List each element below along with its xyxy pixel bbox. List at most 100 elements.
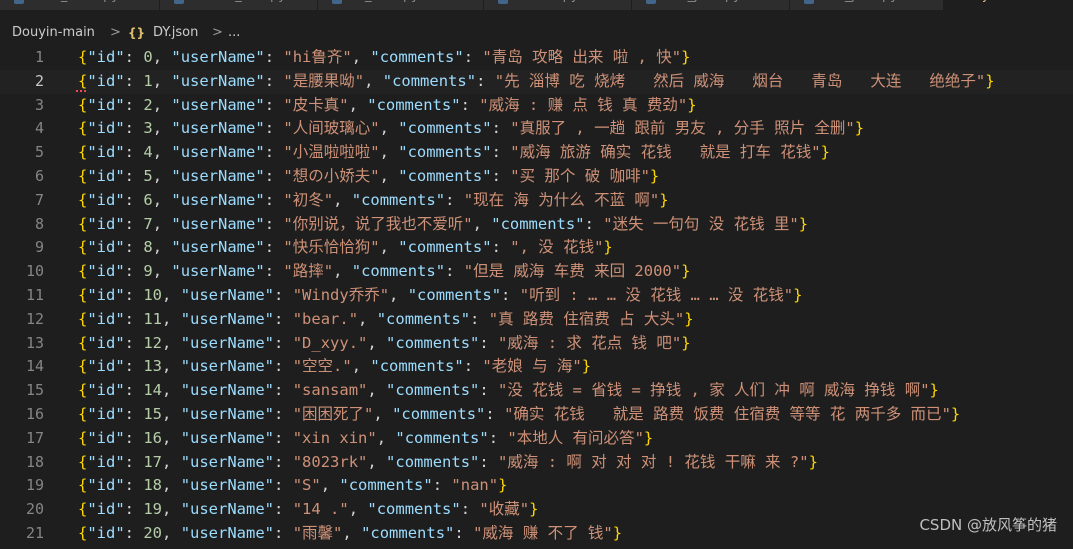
tab-fen-json-py[interactable]: fen_json.py bbox=[790, 0, 944, 10]
json-key: "id" bbox=[87, 190, 125, 209]
json-key: "userName" bbox=[180, 309, 275, 328]
json-string-value: 困困死了 bbox=[302, 404, 365, 423]
python-file-icon bbox=[646, 0, 656, 4]
json-quote: " bbox=[283, 48, 293, 66]
json-quote: " bbox=[845, 119, 855, 138]
json-key: "userName" bbox=[171, 71, 265, 90]
code-line[interactable]: 15 {"id": 14, "userName": "sansam", "comm… bbox=[0, 379, 1073, 403]
json-key: "id" bbox=[87, 428, 125, 447]
line-number: 11 bbox=[25, 285, 44, 304]
json-key: "id" bbox=[87, 119, 125, 138]
brace-open: { bbox=[78, 404, 88, 423]
tab-model-py[interactable]: model.py bbox=[484, 0, 632, 10]
json-number-value: 13 bbox=[143, 357, 163, 376]
json-string-value: hi鲁齐 bbox=[292, 48, 343, 66]
line-number: 12 bbox=[25, 309, 44, 328]
json-string-value: 老娘 与 海 bbox=[491, 357, 573, 376]
code-editor[interactable]: 1 {"id": 0, "userName": "hi鲁齐", "comments… bbox=[0, 46, 1073, 546]
json-number-value: 5 bbox=[143, 166, 153, 185]
code-text: {"id": 3, "userName": "人间玻璃心", "comments… bbox=[78, 119, 865, 138]
tab-new-alilxt-py[interactable]: new_alilxt.py bbox=[0, 0, 160, 10]
json-key: "id" bbox=[87, 262, 125, 281]
json-quote: " bbox=[789, 214, 799, 233]
json-key: "userName" bbox=[171, 48, 265, 66]
json-string-value: 皮卡真 bbox=[292, 95, 340, 114]
json-string-value: 雨馨 bbox=[302, 523, 334, 542]
code-line[interactable]: 6 {"id": 5, "userName": "想の小娇夫", "comment… bbox=[0, 165, 1073, 189]
json-string-value: S bbox=[302, 476, 312, 495]
code-line[interactable]: 17 {"id": 16, "userName": "xin xin", "com… bbox=[0, 427, 1073, 451]
json-key: "id" bbox=[87, 404, 125, 423]
line-number: 21 bbox=[25, 523, 44, 542]
code-text: {"id": 14, "userName": "sansam", "commen… bbox=[78, 381, 939, 400]
code-line[interactable]: 2 {"id": 1, "userName": "是腰果呦", "comments… bbox=[0, 69, 1073, 94]
code-line[interactable]: 19 {"id": 18, "userName": "S", "comments"… bbox=[0, 474, 1073, 498]
json-string-value: 但是 威海 车费 来回 2000 bbox=[473, 262, 672, 281]
code-line[interactable]: 7 {"id": 6, "userName": "初冬", "comments":… bbox=[0, 189, 1073, 213]
json-key: "comments" bbox=[339, 476, 433, 495]
json-key: "id" bbox=[87, 48, 125, 66]
code-line[interactable]: 14 {"id": 13, "userName": "空空.", "comment… bbox=[0, 355, 1073, 379]
tab-to-eval-py[interactable]: to_eval.py bbox=[318, 0, 484, 10]
brace-open: { bbox=[78, 262, 88, 281]
code-line[interactable]: 12 {"id": 11, "userName": "bear.", "comme… bbox=[0, 308, 1073, 332]
chevron-right-icon: > bbox=[212, 25, 223, 40]
code-line[interactable]: 10 {"id": 9, "userName": "路摔", "comments"… bbox=[0, 260, 1073, 284]
json-string-value: 路摔 bbox=[292, 262, 324, 281]
json-number-value: 19 bbox=[143, 500, 163, 519]
line-number: 19 bbox=[25, 476, 44, 495]
json-quote: " bbox=[358, 452, 368, 471]
tab-create-dict-py[interactable]: create_dict.py bbox=[160, 0, 318, 10]
brace-open: { bbox=[78, 143, 88, 162]
code-text: {"id": 11, "userName": "bear.", "comment… bbox=[78, 309, 694, 328]
brace-close: } bbox=[612, 523, 623, 542]
code-line[interactable]: 1 {"id": 0, "userName": "hi鲁齐", "comments… bbox=[0, 46, 1073, 70]
tab-dy-json[interactable]: DY.json bbox=[944, 0, 1073, 10]
code-line[interactable]: 13 {"id": 12, "userName": "D_xyy.", "comm… bbox=[0, 332, 1073, 356]
json-quote: " bbox=[379, 285, 390, 304]
code-line[interactable]: 21 {"id": 20, "userName": "雨馨", "comments… bbox=[0, 522, 1073, 546]
code-line[interactable]: 9 {"id": 8, "userName": "快乐恰恰狗", "comment… bbox=[0, 236, 1073, 260]
json-key: "userName" bbox=[180, 452, 275, 471]
code-line[interactable]: 5 {"id": 4, "userName": "小温啦啦啦", "comment… bbox=[0, 141, 1073, 165]
json-string-value: bear. bbox=[302, 309, 349, 328]
json-key: "comments" bbox=[386, 452, 480, 471]
tab-csv-json-py[interactable]: csv_json.py bbox=[632, 0, 790, 10]
json-key: "comments" bbox=[376, 309, 471, 328]
watermark: CSDN @放风筝的猪 bbox=[919, 516, 1057, 534]
code-text: {"id": 9, "userName": "路摔", "comments": … bbox=[78, 262, 691, 281]
json-key: "id" bbox=[87, 357, 125, 376]
code-text: {"id": 18, "userName": "S", "comments": … bbox=[78, 476, 508, 495]
brace-close: } bbox=[808, 452, 818, 471]
breadcrumb-folder[interactable]: Douyin-main bbox=[12, 22, 95, 44]
json-key: "comments" bbox=[361, 523, 455, 542]
json-number-value: 4 bbox=[143, 143, 153, 162]
json-string-value: 听到 : … … 没 花钱 … … 没 花钱 bbox=[529, 285, 784, 304]
json-key: "id" bbox=[87, 166, 125, 185]
breadcrumb-more[interactable]: ... bbox=[228, 22, 240, 44]
json-quote: " bbox=[498, 381, 508, 400]
json-string-value: D_xyy. bbox=[302, 333, 359, 352]
code-line[interactable]: 16 {"id": 15, "userName": "困困死了", "commen… bbox=[0, 403, 1073, 427]
code-line[interactable]: 20 {"id": 19, "userName": "14 .", "commen… bbox=[0, 498, 1073, 522]
json-quote: " bbox=[799, 452, 809, 471]
json-string-value: Windy乔乔 bbox=[302, 285, 380, 304]
brace-open: { bbox=[78, 309, 88, 328]
code-line[interactable]: 4 {"id": 3, "userName": "人间玻璃心", "comment… bbox=[0, 117, 1073, 141]
json-number-value: 7 bbox=[143, 214, 153, 233]
brace-open: { bbox=[78, 95, 88, 114]
json-key: "comments" bbox=[398, 238, 492, 257]
code-line[interactable]: 11 {"id": 10, "userName": "Windy乔乔", "com… bbox=[0, 284, 1073, 308]
code-line[interactable]: 18 {"id": 17, "userName": "8023rk", "comm… bbox=[0, 451, 1073, 475]
brace-close: } bbox=[950, 404, 961, 423]
brace-close: } bbox=[687, 95, 697, 114]
code-line[interactable]: 8 {"id": 7, "userName": "你别说，说了我也不爱听", "c… bbox=[0, 213, 1073, 237]
json-quote: " bbox=[364, 404, 374, 423]
breadcrumb-file[interactable]: DY.json bbox=[153, 22, 198, 44]
brace-open: { bbox=[78, 333, 88, 352]
json-quote: " bbox=[463, 262, 474, 281]
json-key: "userName" bbox=[180, 428, 275, 447]
json-string-value: 买 那个 破 咖啡 bbox=[519, 166, 641, 185]
brace-open: { bbox=[78, 476, 88, 495]
code-line[interactable]: 3 {"id": 2, "userName": "皮卡真", "comments"… bbox=[0, 94, 1073, 118]
